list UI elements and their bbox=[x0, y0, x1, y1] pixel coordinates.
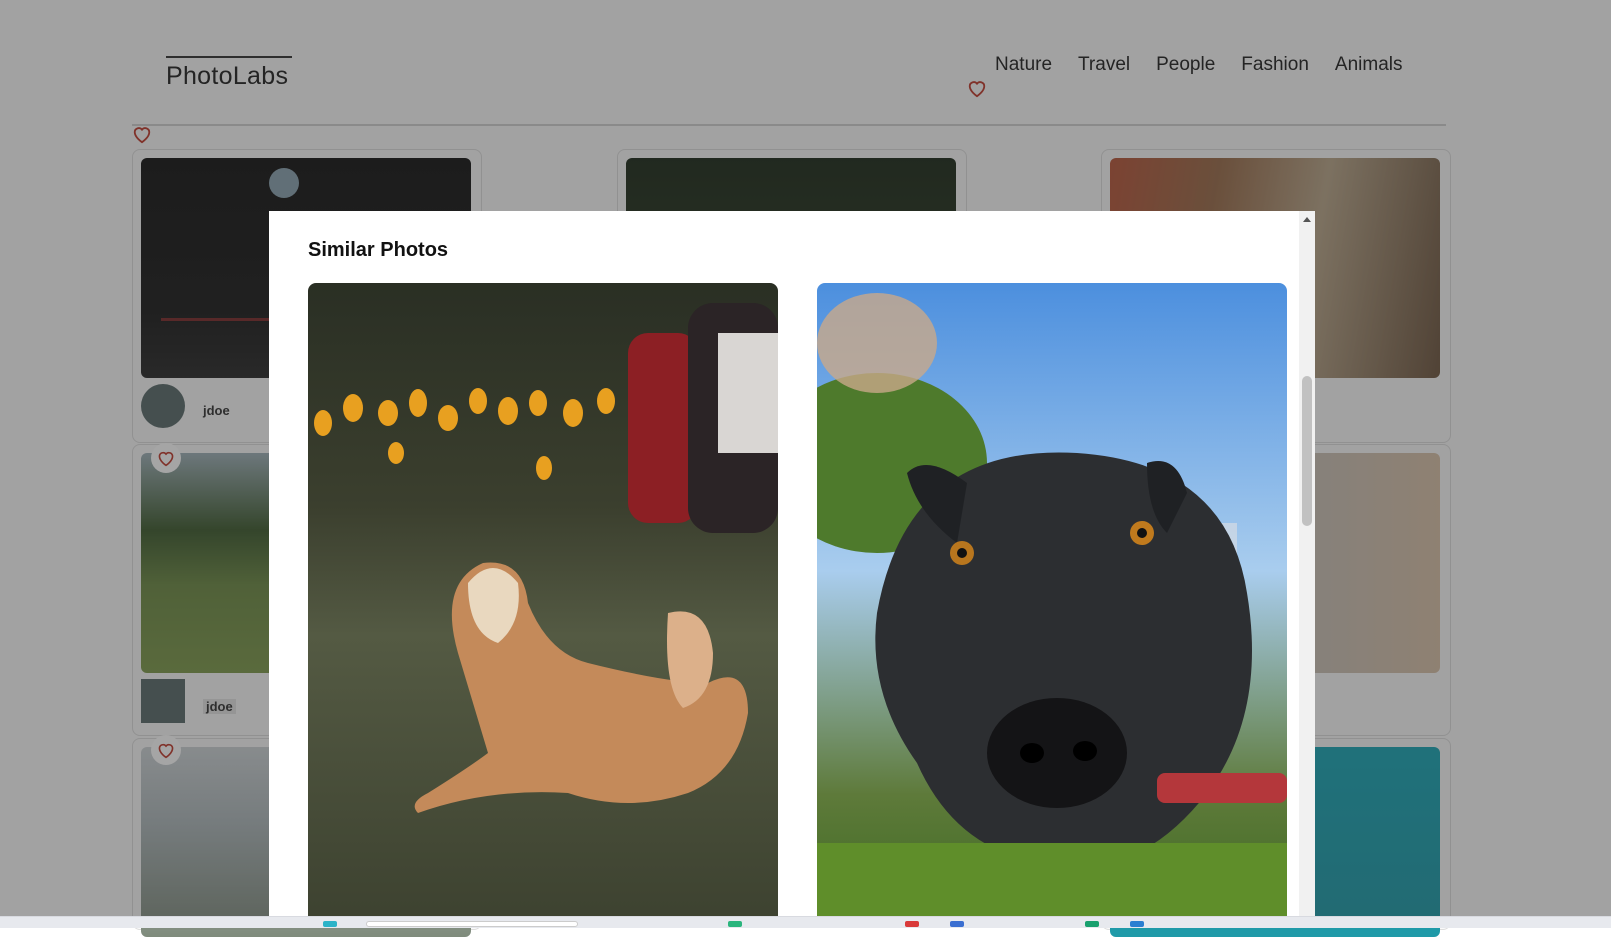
os-taskbar bbox=[0, 916, 1611, 928]
app-icon[interactable] bbox=[905, 921, 919, 927]
app-icon[interactable] bbox=[1130, 921, 1144, 927]
app-icon[interactable] bbox=[323, 921, 337, 927]
app-icon[interactable] bbox=[728, 921, 742, 927]
scrollbar-thumb[interactable] bbox=[1302, 376, 1312, 526]
app-icon[interactable] bbox=[950, 921, 964, 927]
scroll-up-arrow-icon[interactable] bbox=[1303, 217, 1311, 222]
modal-scrollbar[interactable] bbox=[1299, 211, 1315, 916]
similar-photo[interactable] bbox=[817, 283, 1287, 916]
similar-photo-image bbox=[817, 283, 1287, 916]
similar-photo[interactable] bbox=[308, 283, 778, 916]
modal-title: Similar Photos bbox=[308, 239, 449, 261]
photo-details-modal: Similar Photos bbox=[269, 211, 1315, 916]
similar-photo-image bbox=[308, 283, 778, 916]
taskbar-search[interactable] bbox=[366, 921, 578, 927]
app-icon[interactable] bbox=[1085, 921, 1099, 927]
